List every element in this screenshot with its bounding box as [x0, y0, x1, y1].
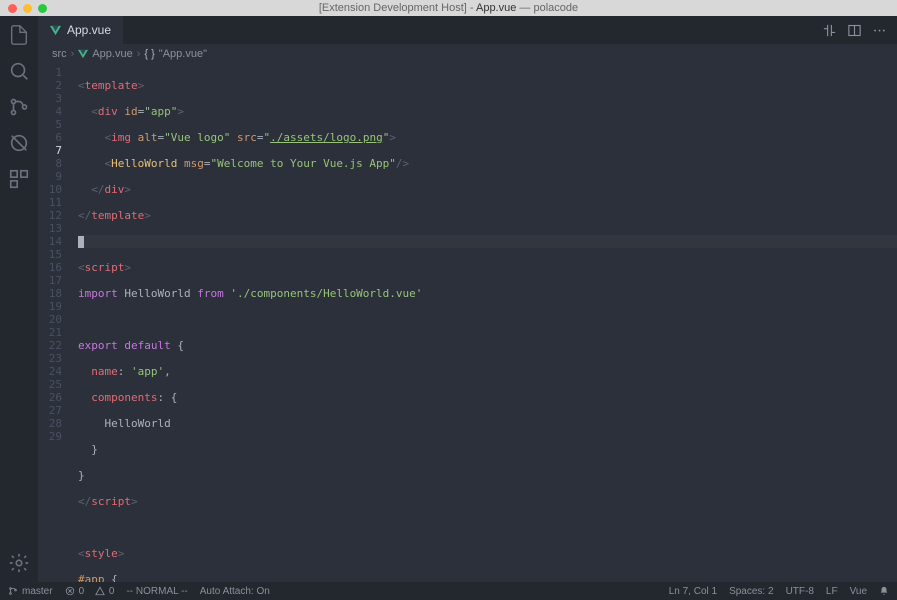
auto-attach[interactable]: Auto Attach: On: [200, 586, 270, 597]
cursor: [78, 236, 84, 248]
cursor-position[interactable]: Ln 7, Col 1: [669, 586, 717, 597]
notifications-icon[interactable]: [879, 586, 889, 597]
search-icon[interactable]: [8, 60, 30, 82]
more-actions-icon[interactable]: [872, 23, 887, 38]
status-bar: master 0 0 -- NORMAL -- Auto Attach: On …: [0, 582, 897, 600]
editor-actions: [822, 16, 897, 44]
window-controls: [8, 4, 47, 13]
line-gutter: 1234567891011121314151617181920212223242…: [38, 64, 78, 582]
close-icon[interactable]: [8, 4, 17, 13]
vue-file-icon: [78, 49, 88, 59]
tab-bar: App.vue: [38, 16, 897, 44]
editor-area: App.vue src › App.vue › { } "App.vue" 12…: [38, 16, 897, 582]
window-titlebar: [Extension Development Host] - App.vue —…: [0, 0, 897, 16]
maximize-icon[interactable]: [38, 4, 47, 13]
eol[interactable]: LF: [826, 586, 838, 597]
explorer-icon[interactable]: [8, 24, 30, 46]
vue-file-icon: [50, 25, 61, 36]
problems[interactable]: 0 0: [65, 586, 115, 597]
minimize-icon[interactable]: [23, 4, 32, 13]
tab-label: App.vue: [67, 23, 111, 37]
indentation[interactable]: Spaces: 2: [729, 586, 773, 597]
window-title: [Extension Development Host] - App.vue —…: [0, 2, 897, 14]
settings-gear-icon[interactable]: [8, 552, 30, 574]
breadcrumb-file[interactable]: App.vue: [92, 48, 132, 60]
breadcrumb-symbol[interactable]: "App.vue": [159, 48, 207, 60]
git-branch[interactable]: master: [8, 586, 53, 597]
breadcrumb-folder[interactable]: src: [52, 48, 67, 60]
language-mode[interactable]: Vue: [850, 586, 867, 597]
source-control-icon[interactable]: [8, 96, 30, 118]
vim-mode: -- NORMAL --: [126, 586, 187, 597]
compare-icon[interactable]: [822, 23, 837, 38]
split-editor-icon[interactable]: [847, 23, 862, 38]
tab-app-vue[interactable]: App.vue: [38, 16, 123, 44]
code-content[interactable]: <template> <div id="app"> <img alt="Vue …: [78, 64, 897, 582]
extensions-icon[interactable]: [8, 168, 30, 190]
activity-bar: [0, 16, 38, 582]
breadcrumb[interactable]: src › App.vue › { } "App.vue": [38, 44, 897, 64]
code-editor[interactable]: 1234567891011121314151617181920212223242…: [38, 64, 897, 582]
encoding[interactable]: UTF-8: [786, 586, 814, 597]
debug-icon[interactable]: [8, 132, 30, 154]
